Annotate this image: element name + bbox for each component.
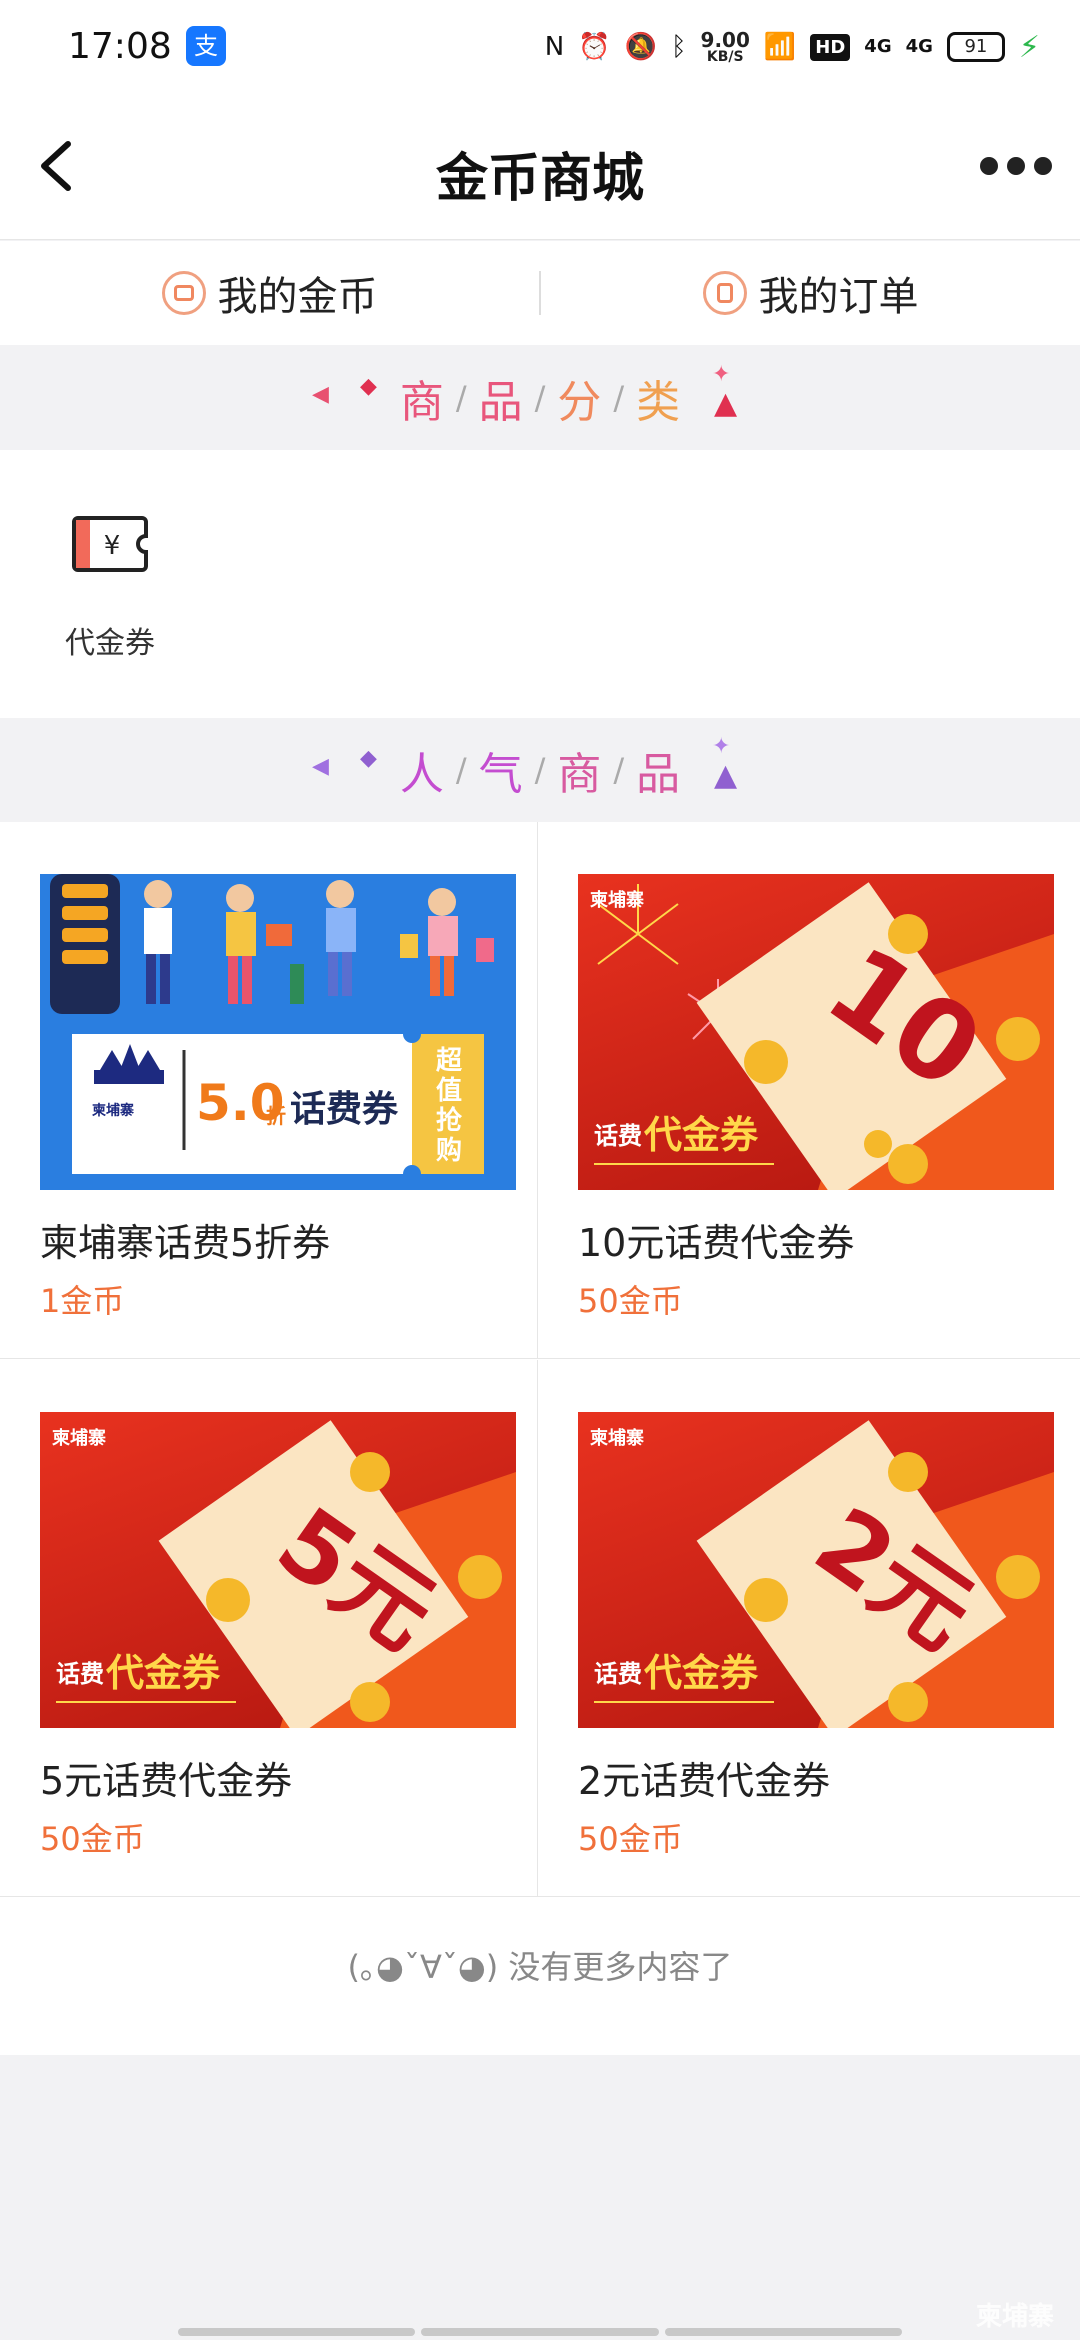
confetti-decoration: ▲ — [714, 758, 738, 793]
hd-badge: HD — [810, 33, 851, 61]
product-name: 2元话费代金券 — [578, 1759, 831, 1803]
product-price: 50金币 — [40, 1820, 145, 1858]
voucher-icon: ¥ — [72, 516, 148, 572]
product-card[interactable]: 柬埔寨 5元 话费 代金券 5元话费代金券 50金币 — [0, 1360, 538, 1897]
banner-label-big: 代金券 — [106, 1651, 221, 1695]
category-item-voucher[interactable]: ¥ 代金券 — [40, 514, 180, 662]
wifi-icon: 📶 — [763, 32, 797, 62]
popular-title-char: 气 — [478, 749, 523, 800]
category-title-char: 商 — [399, 377, 444, 428]
category-title-char: 类 — [636, 377, 681, 428]
mute-icon: 🔕 — [624, 32, 657, 62]
alipay-icon: 支 — [186, 26, 226, 66]
section-header-popular: ◀ ◆ ▲ ✦ 人 / 气 / 商 / 品 — [0, 718, 1080, 822]
product-image: 柬埔寨 10 话费 代金券 — [578, 874, 1054, 1190]
confetti-decoration: ◆ — [360, 746, 377, 771]
popular-title-char: 品 — [636, 749, 681, 800]
my-coins-link[interactable]: 我的金币 — [0, 264, 539, 322]
popular-title-char: 商 — [557, 749, 602, 800]
nfc-icon: Ν — [544, 32, 565, 62]
banner-label-big: 代金券 — [644, 1651, 759, 1695]
banner-side-text: 超值抢购 — [435, 1046, 462, 1166]
category-label: 代金券 — [65, 626, 155, 661]
my-orders-link[interactable]: 我的订单 — [541, 264, 1080, 322]
net-speed: 9.00 KB/S — [701, 30, 750, 64]
nav-bar: 金币商城 — [0, 96, 1080, 240]
product-price: 1金币 — [40, 1282, 125, 1320]
product-name: 10元话费代金券 — [578, 1221, 855, 1265]
net-speed-unit: KB/S — [706, 49, 744, 65]
separator: / — [455, 379, 467, 417]
banner-brand: 柬埔寨 — [590, 890, 644, 911]
separator: / — [613, 379, 625, 417]
confetti-decoration: ▲ — [714, 386, 738, 421]
page-title: 金币商城 — [435, 149, 644, 209]
banner-label-small: 话费 — [594, 1122, 642, 1150]
banner-coupon-text: 话费券 — [290, 1089, 399, 1130]
alarm-icon: ⏰ — [578, 32, 611, 62]
end-of-list-message: (｡◕ˇ∀ˇ◕) 没有更多内容了 — [0, 1897, 1080, 2055]
status-time: 17:08 — [68, 26, 172, 67]
banner-label-small: 话费 — [594, 1660, 642, 1688]
popular-title-char: 人 — [399, 749, 444, 800]
bluetooth-icon: ᛒ — [670, 32, 687, 62]
wallet-icon — [161, 271, 206, 315]
confetti-decoration: ◀ — [312, 754, 329, 779]
confetti-decoration: ✦ — [712, 734, 731, 759]
separator: / — [455, 751, 467, 789]
product-card[interactable]: 柬埔寨 2元 话费 代金券 2元话费代金券 50金币 — [538, 1360, 1080, 1897]
status-icons: Ν ⏰ 🔕 ᛒ 9.00 KB/S 📶 HD 4G 4G 91 ⚡ — [545, 22, 1040, 72]
category-list: ¥ 代金券 — [0, 450, 1080, 718]
battery-icon: 91 — [946, 32, 1005, 62]
signal-4g-2: 4G — [905, 36, 933, 57]
my-coins-label: 我的金币 — [217, 274, 378, 320]
category-title-char: 品 — [478, 377, 523, 428]
product-card[interactable]: 柬埔寨 5.0 折 话费券 超值抢购 柬埔寨话费5折券 1金币 — [0, 822, 538, 1359]
product-card[interactable]: 柬埔寨 10 话费 代金券 10元话费代金券 50金币 — [538, 822, 1080, 1359]
banner-discount-unit: 折 — [266, 1104, 286, 1128]
separator: / — [534, 751, 546, 789]
home-indicator[interactable] — [178, 2328, 902, 2336]
svg-text:¥: ¥ — [104, 531, 121, 561]
banner-brand: 柬埔寨 — [52, 1428, 106, 1449]
my-orders-label: 我的订单 — [758, 274, 919, 320]
more-menu-icon[interactable] — [980, 146, 1052, 186]
signal-4g-1: 4G — [864, 36, 892, 57]
product-grid: 柬埔寨 5.0 折 话费券 超值抢购 柬埔寨话费5折券 1金币 柬埔寨 10 话… — [0, 822, 1080, 1897]
banner-brand: 柬埔寨 — [590, 1428, 644, 1449]
product-name: 5元话费代金券 — [40, 1759, 293, 1803]
charging-icon: ⚡ — [1018, 29, 1040, 65]
orders-icon — [702, 271, 747, 315]
product-price: 50金币 — [578, 1282, 683, 1320]
banner-brand: 柬埔寨 — [92, 1103, 134, 1119]
category-title-char: 分 — [557, 377, 602, 428]
separator: / — [613, 751, 625, 789]
watermark-logo: 柬埔寨 — [975, 2302, 1054, 2332]
status-bar: 17:08 支 Ν ⏰ 🔕 ᛒ 9.00 KB/S 📶 HD 4G 4G 91 … — [0, 0, 1080, 96]
confetti-decoration: ◆ — [360, 374, 377, 399]
product-name: 柬埔寨话费5折券 — [40, 1221, 331, 1265]
banner-label-small: 话费 — [56, 1660, 104, 1688]
confetti-decoration: ✦ — [712, 362, 731, 387]
separator: / — [534, 379, 546, 417]
product-price: 50金币 — [578, 1820, 683, 1858]
sub-nav: 我的金币 我的订单 — [0, 241, 1080, 345]
section-header-category: ◀ ◆ ▲ ✦ 商 / 品 / 分 / 类 — [0, 346, 1080, 450]
product-image: 柬埔寨 5元 话费 代金券 — [40, 1412, 516, 1728]
product-image: 柬埔寨 2元 话费 代金券 — [578, 1412, 1054, 1728]
confetti-decoration: ◀ — [312, 382, 329, 407]
product-image: 柬埔寨 5.0 折 话费券 超值抢购 — [40, 874, 516, 1190]
banner-label-big: 代金券 — [644, 1113, 759, 1157]
net-speed-value: 9.00 — [700, 28, 750, 52]
